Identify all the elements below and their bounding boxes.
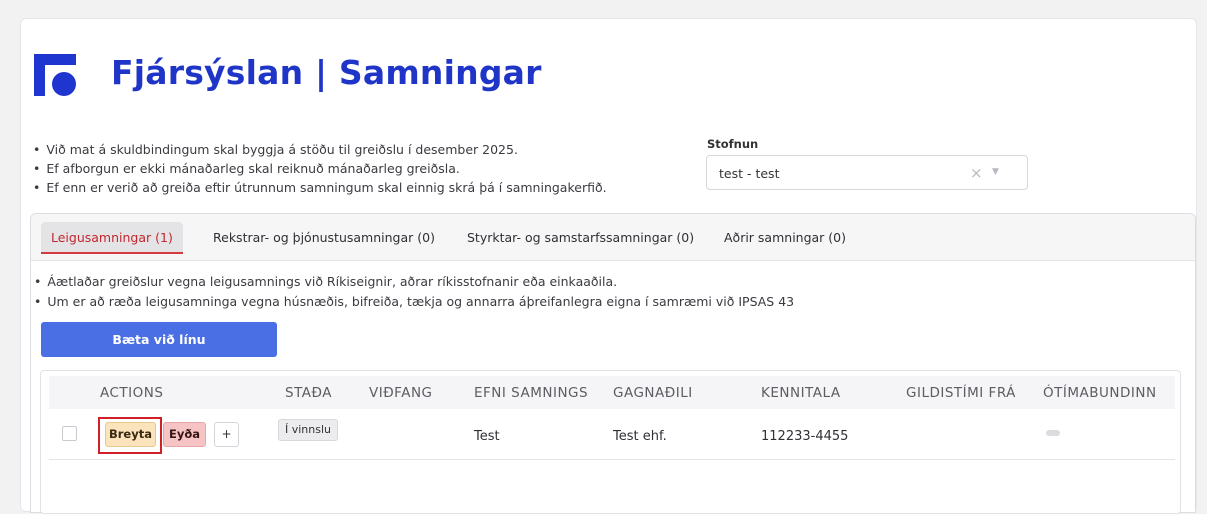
table-row: Breyta Eyða + Í vinnslu Test Test ehf. 1…: [49, 409, 1175, 460]
delete-button[interactable]: Eyða: [163, 422, 206, 447]
tab-bar: Leigusamningar (1) Rekstrar- og þjónustu…: [31, 214, 1195, 261]
clear-icon[interactable]: ×: [970, 164, 983, 182]
row-checkbox[interactable]: [62, 426, 77, 441]
table-header: ACTIONS STAÐA VIÐFANG EFNI SAMNINGS GAGN…: [49, 376, 1175, 409]
otimabundinn-toggle[interactable]: [1046, 430, 1060, 436]
stofnun-select-value: test - test: [719, 166, 780, 181]
info-note: Ef afborgun er ekki mánaðarleg skal reik…: [33, 159, 607, 178]
column-header-actions: ACTIONS: [100, 385, 164, 401]
column-header-otimabundinn: ÓTÍMABUNDINN: [1043, 385, 1157, 401]
brand-logo-icon: [34, 54, 76, 96]
tab-note: Um er að ræða leigusamninga vegna húsnæð…: [34, 292, 794, 312]
contracts-table: ACTIONS STAÐA VIÐFANG EFNI SAMNINGS GAGN…: [40, 370, 1181, 514]
column-header-kennitala: KENNITALA: [761, 385, 841, 401]
status-badge: Í vinnslu: [278, 419, 339, 441]
tab-notes: Áætlaðar greiðslur vegna leigusamnings v…: [34, 272, 794, 312]
info-notes: Við mat á skuldbindingum skal byggja á s…: [33, 140, 607, 197]
cell-gagnadili: Test ehf.: [613, 429, 667, 444]
column-header-gildistimi-fra: GILDISTÍMI FRÁ: [906, 385, 1016, 401]
add-line-button[interactable]: Bæta við línu: [41, 322, 277, 357]
page-title: Fjársýslan | Samningar: [111, 53, 542, 92]
tab-leigusamningar[interactable]: Leigusamningar (1): [41, 222, 183, 254]
tab-rekstrar-thjonustusamningar[interactable]: Rekstrar- og þjónustusamningar (0): [203, 222, 445, 254]
column-header-stada: STAÐA: [285, 385, 332, 401]
tab-styrktar-samstarfssamningar[interactable]: Styrktar- og samstarfssamningar (0): [457, 222, 704, 254]
column-header-efni-samnings: EFNI SAMNINGS: [474, 385, 589, 401]
info-note: Við mat á skuldbindingum skal byggja á s…: [33, 140, 607, 159]
info-note: Ef enn er verið að greiða eftir útrunnum…: [33, 178, 606, 197]
edit-button[interactable]: Breyta: [105, 422, 156, 447]
tab-note: Áætlaðar greiðslur vegna leigusamnings v…: [34, 272, 794, 292]
stofnun-select[interactable]: test - test × ▼: [706, 155, 1028, 190]
cell-efni-samnings: Test: [474, 429, 500, 444]
chevron-down-icon[interactable]: ▼: [992, 167, 999, 177]
column-header-vidfang: VIÐFANG: [369, 385, 433, 401]
tab-adrir-samningar[interactable]: Aðrir samningar (0): [714, 222, 856, 254]
tab-panel: Leigusamningar (1) Rekstrar- og þjónustu…: [30, 213, 1196, 514]
cell-kennitala: 112233-4455: [761, 429, 849, 444]
main-card: Fjársýslan | Samningar Við mat á skuldbi…: [20, 18, 1197, 514]
stofnun-label: Stofnun: [707, 137, 759, 151]
column-header-gagnadili: GAGNAÐILI: [613, 385, 693, 401]
expand-button[interactable]: +: [214, 422, 239, 447]
